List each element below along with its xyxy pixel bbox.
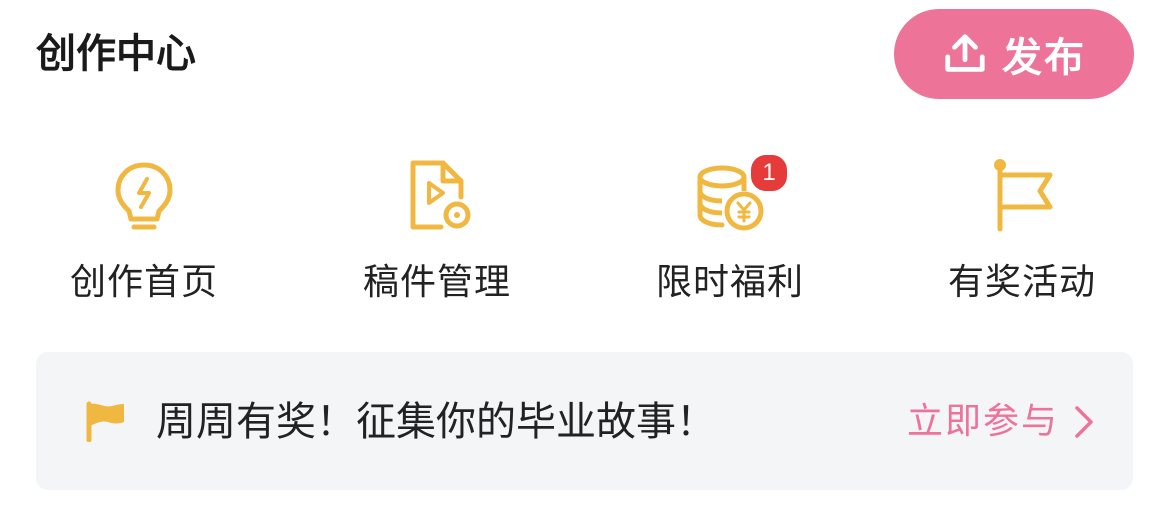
nav-item-label: 创作首页	[69, 262, 218, 303]
nav-item-limited-benefits[interactable]: 1 限时福利	[630, 150, 830, 308]
publish-label: 发布	[1002, 35, 1086, 81]
banner-text: 周周有奖！征集你的毕业故事！	[156, 399, 716, 445]
nav-item-label: 有奖活动	[947, 262, 1096, 303]
lightbulb-icon	[115, 162, 173, 230]
page-title: 创作中心	[36, 31, 196, 77]
event-banner[interactable]: 周周有奖！征集你的毕业故事！ 立即参与	[36, 352, 1133, 490]
publish-button[interactable]: 发布	[894, 9, 1134, 99]
upload-icon	[945, 34, 985, 72]
join-now-link[interactable]: 立即参与	[907, 396, 1097, 448]
creator-nav: 创作首页 稿件管理 1 限时福利 有奖活动	[0, 150, 1169, 310]
video-file-settings-icon	[410, 160, 471, 230]
chevron-right-icon	[1075, 406, 1093, 438]
nav-item-label: 限时福利	[655, 262, 804, 303]
flag-icon	[994, 159, 1053, 232]
flag-icon	[86, 401, 124, 442]
nav-item-label: 稿件管理	[362, 262, 511, 303]
nav-item-prize-events[interactable]: 有奖活动	[922, 150, 1122, 308]
nav-item-creator-home[interactable]: 创作首页	[44, 150, 244, 308]
notification-badge: 1	[748, 152, 790, 194]
nav-item-manuscript-management[interactable]: 稿件管理	[337, 150, 537, 308]
join-now-label: 立即参与	[906, 401, 1059, 442]
